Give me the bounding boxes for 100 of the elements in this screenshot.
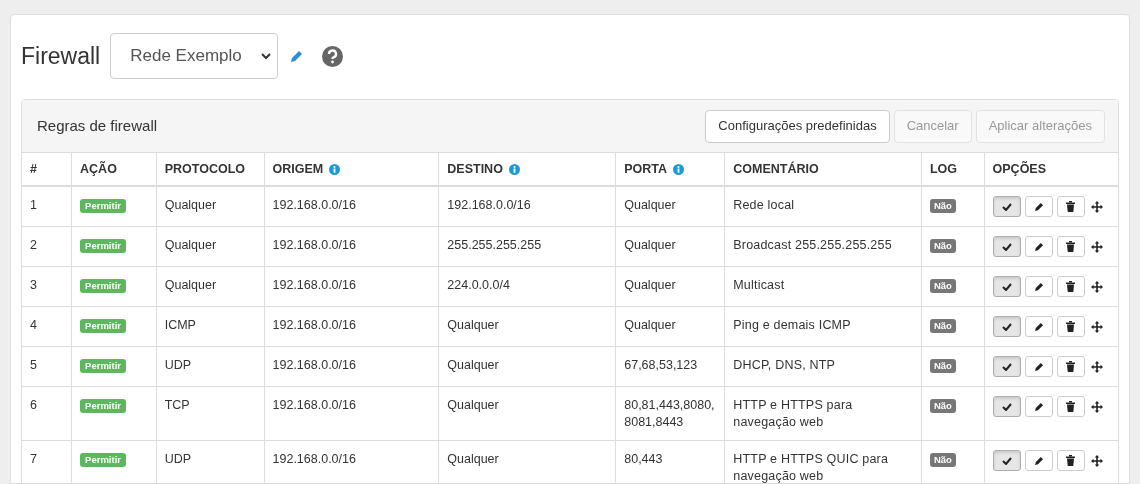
trash-icon [1066, 281, 1076, 292]
enable-toggle-button[interactable] [992, 316, 1021, 337]
log-badge: Não [929, 359, 956, 373]
table-cell: 255.255.255.255 [447, 238, 542, 252]
pencil-icon [1033, 401, 1044, 412]
table-cell-text: Qualquer [624, 197, 677, 214]
page-title: Firewall [21, 41, 101, 71]
help-icon[interactable] [322, 45, 344, 67]
column-header: LOG [929, 160, 957, 178]
table-cell: 2 [30, 238, 37, 252]
info-icon[interactable] [508, 163, 520, 175]
action-badge: Permitir [80, 399, 126, 413]
edit-button[interactable] [1024, 396, 1053, 417]
table-cell: 1 [30, 198, 37, 212]
table-cell: 5 [30, 358, 37, 372]
move-icon[interactable] [1090, 200, 1103, 213]
check-icon [1001, 202, 1012, 211]
pencil-icon [1033, 241, 1044, 252]
table-cell: 6 [30, 398, 37, 412]
column-header: PROTOCOLO [164, 160, 246, 178]
trash-icon [1066, 401, 1076, 412]
delete-button[interactable] [1056, 236, 1085, 257]
enable-toggle-button[interactable] [992, 196, 1021, 217]
log-badge: Não [929, 239, 956, 253]
column-header: # [30, 160, 37, 178]
table-cell: 7 [30, 452, 37, 466]
check-icon [1001, 282, 1012, 291]
table-cell-text: Multicast [733, 277, 786, 294]
table-cell-text: Rede local [733, 197, 796, 214]
table-cell: 192.168.0.0/16 [272, 358, 356, 372]
table-cell-text: DHCP, DNS, NTP [733, 357, 837, 374]
table-cell: TCP [164, 398, 190, 412]
pencil-icon[interactable] [290, 49, 305, 63]
move-icon[interactable] [1090, 280, 1103, 293]
column-header: ORIGEM [272, 160, 324, 178]
table-cell: 192.168.0.0/16 [272, 452, 356, 466]
edit-button[interactable] [1024, 236, 1053, 257]
edit-button[interactable] [1024, 356, 1053, 377]
table-cell: Qualquer [447, 452, 499, 466]
log-badge: Não [929, 319, 956, 333]
pencil-icon [1033, 201, 1044, 212]
table-cell: UDP [164, 358, 192, 372]
delete-button[interactable] [1056, 356, 1085, 377]
action-badge: Permitir [80, 319, 126, 333]
enable-toggle-button[interactable] [992, 396, 1021, 417]
table-cell-text: HTTP e HTTPS QUIC para navegação web [733, 451, 890, 483]
panel-button[interactable]: Configurações predefinidas [705, 109, 890, 143]
move-icon[interactable] [1090, 454, 1103, 467]
table-cell: Qualquer [164, 198, 217, 212]
column-header: OPÇÕES [992, 160, 1047, 178]
edit-button[interactable] [1024, 316, 1053, 337]
table-cell: Qualquer [447, 358, 499, 372]
enable-toggle-button[interactable] [992, 236, 1021, 257]
table-cell: 192.168.0.0/16 [272, 238, 356, 252]
action-badge: Permitir [80, 453, 126, 467]
action-badge: Permitir [80, 279, 126, 293]
check-icon [1001, 402, 1012, 411]
action-badge: Permitir [80, 199, 126, 213]
move-icon[interactable] [1090, 320, 1103, 333]
enable-toggle-button[interactable] [992, 276, 1021, 297]
column-header: AÇÃO [80, 160, 117, 178]
delete-button[interactable] [1056, 276, 1085, 297]
edit-button[interactable] [1024, 276, 1053, 297]
delete-button[interactable] [1056, 450, 1085, 471]
trash-icon [1066, 361, 1076, 372]
move-icon[interactable] [1090, 360, 1103, 373]
edit-button[interactable] [1024, 450, 1053, 471]
table-cell-text: Qualquer [624, 277, 677, 294]
enable-toggle-button[interactable] [992, 356, 1021, 377]
column-header: COMENTÁRIO [733, 160, 819, 178]
trash-icon [1066, 455, 1076, 466]
delete-button[interactable] [1056, 316, 1085, 337]
log-badge: Não [929, 453, 956, 467]
enable-toggle-button[interactable] [992, 450, 1021, 471]
chevron-down-icon [261, 52, 272, 60]
move-icon[interactable] [1090, 400, 1103, 413]
check-icon [1001, 322, 1012, 331]
column-header: DESTINO [447, 160, 503, 178]
table-cell: Qualquer [447, 398, 499, 412]
pencil-icon [1033, 281, 1044, 292]
log-badge: Não [929, 399, 956, 413]
pencil-icon [1033, 361, 1044, 372]
table-cell: ICMP [164, 318, 196, 332]
trash-icon [1066, 321, 1076, 332]
table-cell: 4 [30, 318, 37, 332]
move-icon[interactable] [1090, 240, 1103, 253]
delete-button[interactable] [1056, 396, 1085, 417]
action-badge: Permitir [80, 239, 126, 253]
check-icon [1001, 362, 1012, 371]
check-icon [1001, 242, 1012, 251]
table-cell: Qualquer [164, 238, 217, 252]
table-cell: 224.0.0.0/4 [447, 278, 510, 292]
info-icon[interactable] [673, 163, 685, 175]
table-cell-text: Qualquer [624, 317, 677, 334]
network-select[interactable]: Rede Exemplo [110, 33, 279, 79]
edit-button[interactable] [1024, 196, 1053, 217]
delete-button[interactable] [1056, 196, 1085, 217]
info-icon[interactable] [329, 163, 341, 175]
table-cell-text: 80,81,443,8080,8081,8443 [624, 397, 716, 431]
table-cell-text: Qualquer [624, 237, 677, 254]
